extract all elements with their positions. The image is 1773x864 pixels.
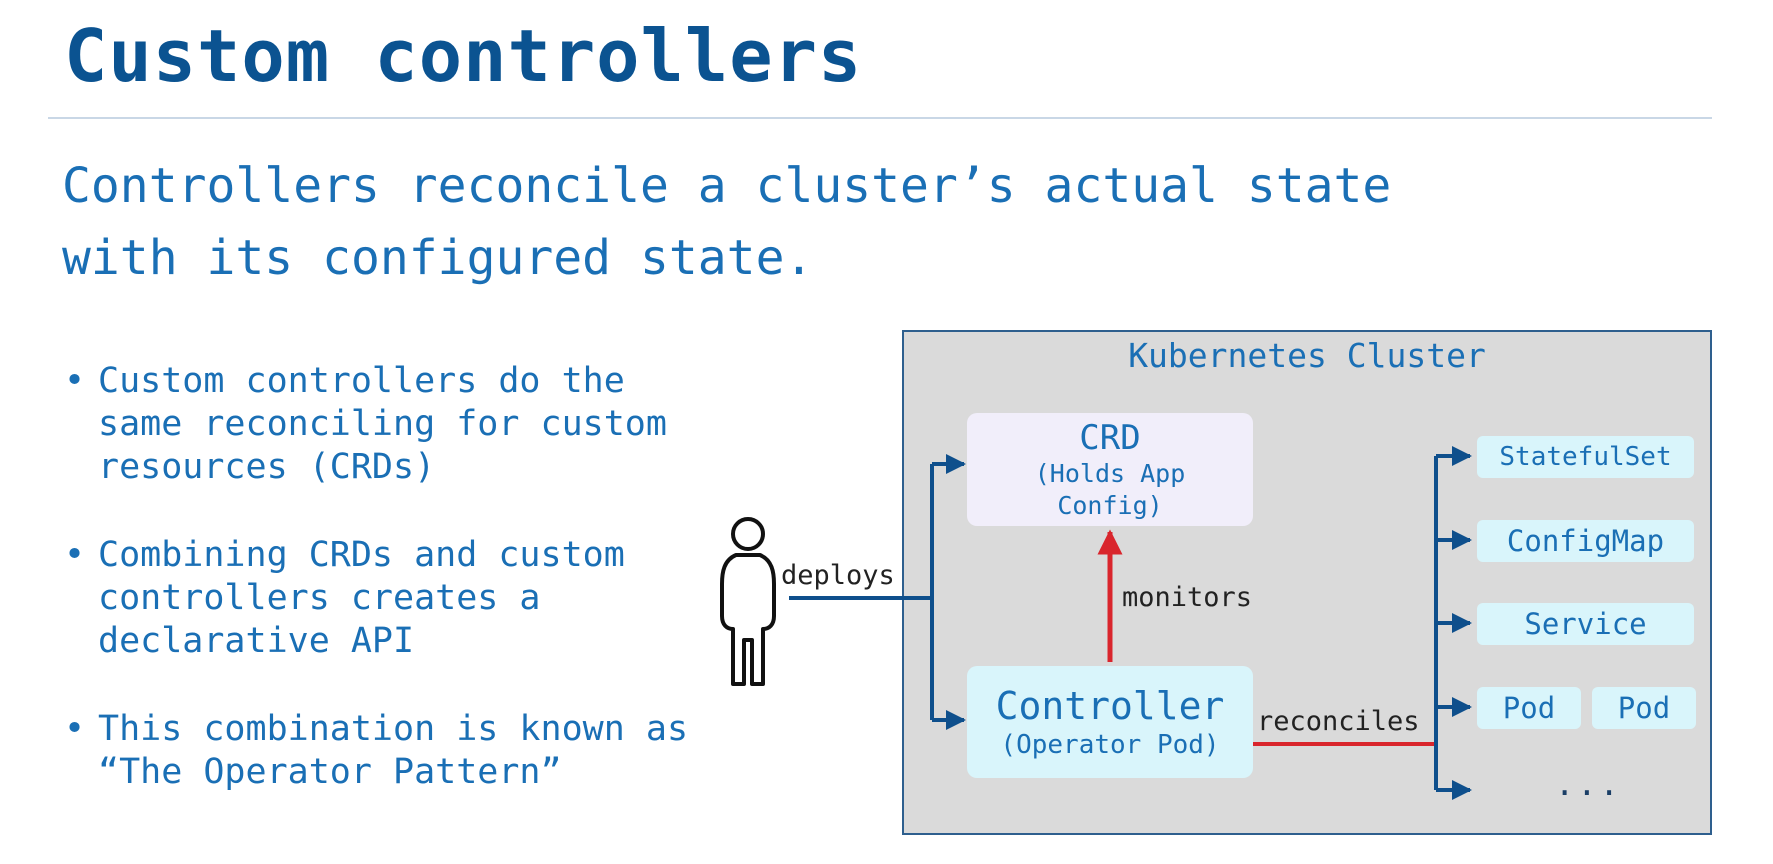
deploys-arrow <box>789 454 966 730</box>
deploys-label: deploys <box>781 560 895 591</box>
crd-box: CRD (Holds App Config) <box>967 413 1253 526</box>
controller-subtitle: (Operator Pod) <box>1000 730 1220 760</box>
configmap-resource: ConfigMap <box>1477 520 1694 562</box>
statefulset-resource: StatefulSet <box>1477 436 1694 478</box>
reconciles-label: reconciles <box>1257 706 1420 737</box>
user-person-icon <box>720 517 776 686</box>
controller-title: Controller <box>995 684 1225 728</box>
more-resources-ellipsis: ... <box>1555 765 1622 803</box>
service-resource: Service <box>1477 603 1694 645</box>
crd-title: CRD <box>1079 417 1141 458</box>
pod-resource: Pod <box>1477 687 1581 729</box>
controller-box: Controller (Operator Pod) <box>967 666 1253 778</box>
monitors-label: monitors <box>1122 582 1253 613</box>
pod-resource: Pod <box>1592 687 1696 729</box>
crd-subtitle-line-2: Config) <box>1057 490 1163 520</box>
resource-branches <box>1434 446 1472 800</box>
crd-subtitle-line-1: (Holds App <box>1034 458 1186 488</box>
diagram-connectors <box>720 446 1472 800</box>
